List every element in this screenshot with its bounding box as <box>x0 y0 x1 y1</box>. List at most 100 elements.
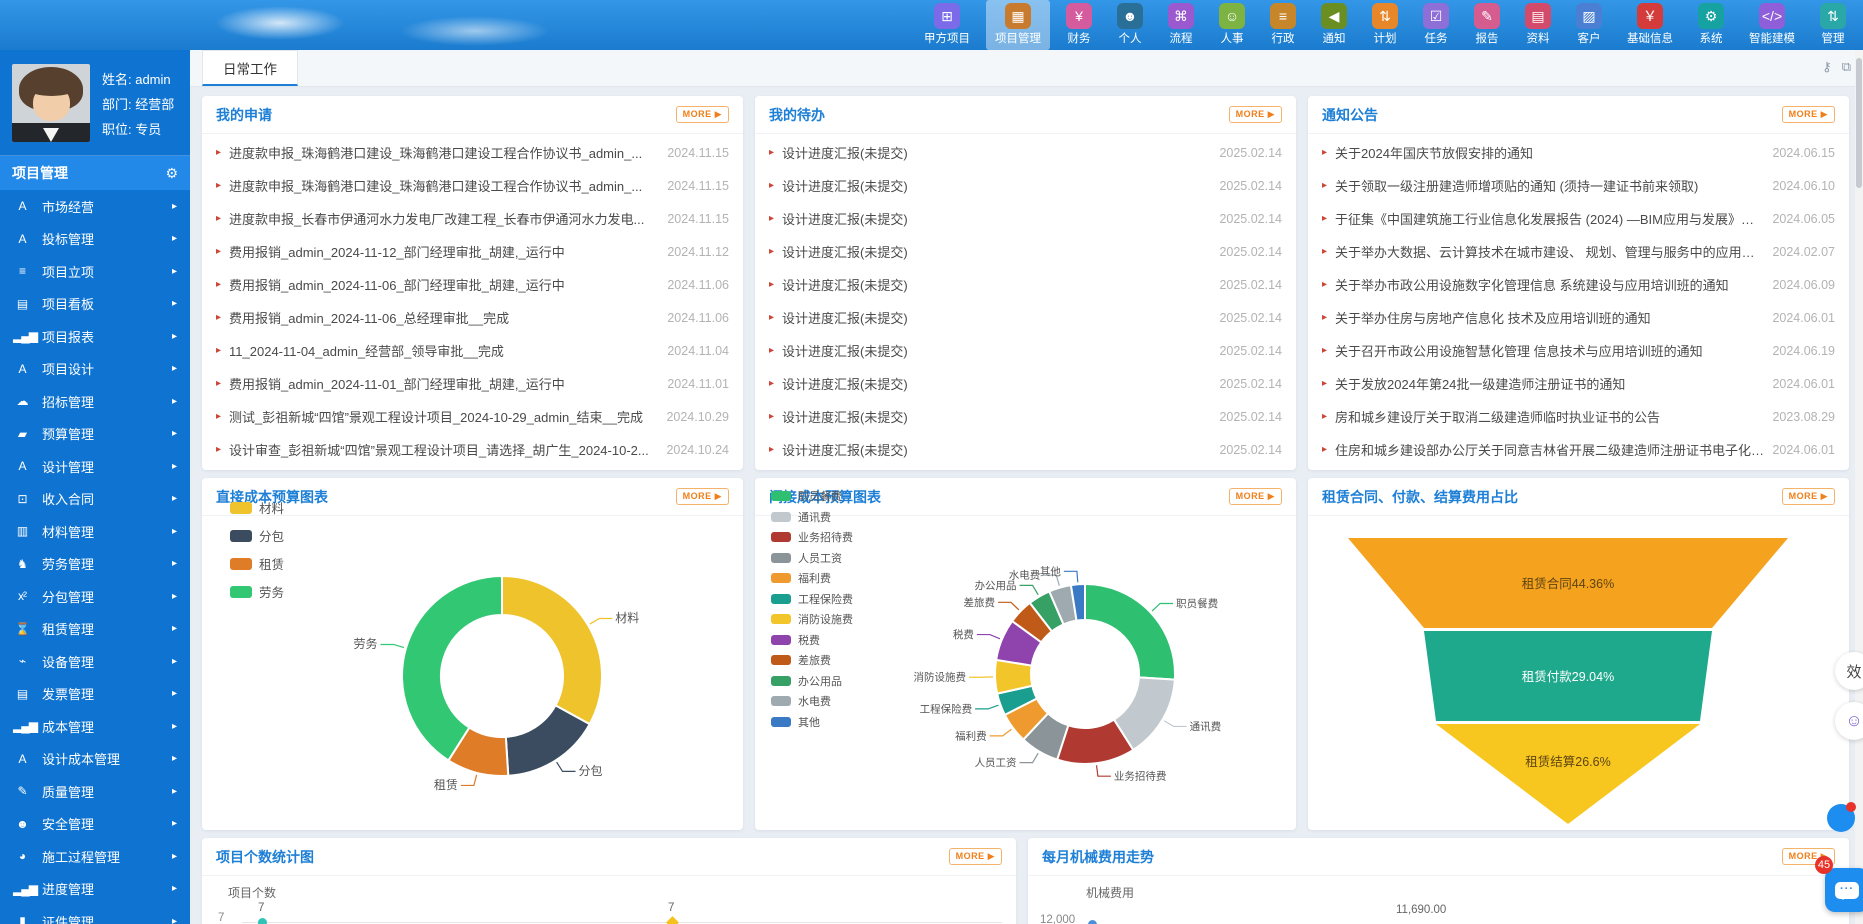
avatar[interactable] <box>12 64 90 142</box>
more-button[interactable]: MORE ▶ <box>949 848 1002 865</box>
sidebar-item[interactable]: ⌛租赁管理▸ <box>0 613 190 646</box>
list-item[interactable]: ▸设计进度汇报(未提交)2025.02.14 <box>769 400 1282 433</box>
top-nav-item[interactable]: ▦项目管理 <box>986 0 1050 50</box>
list-item[interactable]: ▸设计进度汇报(未提交)2025.02.14 <box>769 268 1282 301</box>
list-item[interactable]: ▸关于举办大数据、云计算技术在城市建设、 规划、管理与服务中的应用培训班...2… <box>1322 235 1835 268</box>
sidebar-item[interactable]: ☻安全管理▸ <box>0 808 190 841</box>
list-item[interactable]: ▸设计进度汇报(未提交)2025.02.14 <box>769 136 1282 169</box>
top-nav-item[interactable]: ￥基础信息 <box>1618 0 1682 50</box>
legend-item[interactable]: 差旅费 <box>771 652 853 668</box>
list-item[interactable]: ▸费用报销_admin_2024-11-12_部门经理审批_胡建,_运行中202… <box>216 235 729 268</box>
pie-slice-职员餐费[interactable] <box>1085 584 1175 680</box>
list-item[interactable]: ▸设计审查_彭祖新城“四馆”景观工程设计项目_请选择_胡广生_2024-10-2… <box>216 433 729 466</box>
legend-item[interactable]: 材料 <box>230 498 284 517</box>
scrollbar-thumb[interactable] <box>1856 58 1862 188</box>
legend-item[interactable]: 水电费 <box>771 693 853 709</box>
list-item[interactable]: ▸关于领取一级注册建造师增项贴的通知 (须持一建证书前来领取)2024.06.1… <box>1322 169 1835 202</box>
legend-item[interactable]: 办公用品 <box>771 673 853 689</box>
more-button[interactable]: MORE ▶ <box>676 106 729 123</box>
list-item[interactable]: ▸进度款申报_长春市伊通河水力发电厂改建工程_长春市伊通河水力发电...2024… <box>216 202 729 235</box>
more-button[interactable]: MORE ▶ <box>676 488 729 505</box>
legend-item[interactable]: 劳务 <box>230 582 284 601</box>
scrollbar[interactable] <box>1855 50 1863 924</box>
list-item[interactable]: ▸设计进度汇报(未提交)2025.02.14 <box>769 301 1282 334</box>
list-item[interactable]: ▸费用报销_admin_2024-11-01_部门经理审批_胡建,_运行中202… <box>216 367 729 400</box>
legend-item[interactable]: 分包 <box>230 526 284 545</box>
sidebar-item[interactable]: x²分包管理▸ <box>0 580 190 613</box>
more-button[interactable]: MORE ▶ <box>1229 488 1282 505</box>
layout-toggle-icon[interactable]: ⧉ <box>1842 59 1851 75</box>
sidebar-item[interactable]: A设计管理▸ <box>0 450 190 483</box>
list-item[interactable]: ▸于征集《中国建筑施工行业信息化发展报告 (2024) —BIM应用与发展》材料… <box>1322 202 1835 235</box>
top-nav-item[interactable]: ▤资料 <box>1516 0 1560 50</box>
pie-slice-劳务[interactable] <box>402 576 502 760</box>
funnel-stage-租赁结算[interactable] <box>1436 724 1700 824</box>
list-item[interactable]: ▸费用报销_admin_2024-11-06_部门经理审批_胡建,_运行中202… <box>216 268 729 301</box>
top-nav-item[interactable]: ≡行政 <box>1261 0 1305 50</box>
legend-item[interactable]: 通讯费 <box>771 509 853 525</box>
sidebar-item[interactable]: A项目设计▸ <box>0 353 190 386</box>
more-button[interactable]: MORE ▶ <box>1229 106 1282 123</box>
pie-slice-材料[interactable] <box>502 576 602 724</box>
list-item[interactable]: ▸进度款申报_珠海鹤港口建设_珠海鹤港口建设工程合作协议书_admin_...2… <box>216 169 729 202</box>
top-nav-item[interactable]: ▨客户 <box>1567 0 1611 50</box>
top-nav-item[interactable]: ☻个人 <box>1108 0 1152 50</box>
top-nav-item[interactable]: ⊞甲方项目 <box>915 0 979 50</box>
sidebar-item[interactable]: ▂▄▆项目报表▸ <box>0 320 190 353</box>
data-point-circle[interactable] <box>1088 920 1097 924</box>
legend-item[interactable]: 职员餐费 <box>771 488 853 504</box>
list-item[interactable]: ▸费用报销_admin_2024-11-06_总经理审批__完成2024.11.… <box>216 301 729 334</box>
gear-icon[interactable]: ⚙ <box>165 165 178 182</box>
list-item[interactable]: ▸关于2024年国庆节放假安排的通知2024.06.15 <box>1322 136 1835 169</box>
more-button[interactable]: MORE ▶ <box>1782 488 1835 505</box>
list-item[interactable]: ▸住房和城乡建设部办公厅关于同意吉林省开展二级建造师注册证书电子化试点...20… <box>1322 433 1835 466</box>
sidebar-item[interactable]: ☁招标管理▸ <box>0 385 190 418</box>
sidebar-item[interactable]: ≡项目立项▸ <box>0 255 190 288</box>
sidebar-item[interactable]: ◕施工过程管理▸ <box>0 840 190 873</box>
list-item[interactable]: ▸设计进度汇报(未提交)2025.02.14 <box>769 169 1282 202</box>
sidebar-section-header[interactable]: 项目管理 ⚙ <box>0 156 190 190</box>
sidebar-item[interactable]: ▤项目看板▸ <box>0 288 190 321</box>
list-item[interactable]: ▸设计进度汇报(未提交)2025.02.14 <box>769 367 1282 400</box>
top-nav-item[interactable]: ⚙系统 <box>1689 0 1733 50</box>
sidebar-item[interactable]: ♞劳务管理▸ <box>0 548 190 581</box>
list-item[interactable]: ▸设计进度汇报(未提交)2025.02.14 <box>769 235 1282 268</box>
top-nav-item[interactable]: </>智能建模 <box>1740 0 1804 50</box>
sidebar-item[interactable]: ▂▄▆成本管理▸ <box>0 710 190 743</box>
list-item[interactable]: ▸关于举办市政公用设施数字化管理信息 系统建设与应用培训班的通知2024.06.… <box>1322 268 1835 301</box>
list-item[interactable]: ▸关于召开市政公用设施智慧化管理 信息技术与应用培训班的通知2024.06.19 <box>1322 334 1835 367</box>
top-nav-item[interactable]: ⌘流程 <box>1159 0 1203 50</box>
data-point-diamond[interactable] <box>666 916 679 924</box>
list-item[interactable]: ▸关于发放2024年第24批一级建造师注册证书的通知2024.06.01 <box>1322 367 1835 400</box>
legend-item[interactable]: 税费 <box>771 632 853 648</box>
list-item[interactable]: ▸关于举办住房与房地产信息化 技术及应用培训班的通知2024.06.01 <box>1322 301 1835 334</box>
legend-item[interactable]: 福利费 <box>771 570 853 586</box>
sidebar-item[interactable]: ▮证件管理▸ <box>0 905 190 924</box>
list-item[interactable]: ▸测试_彭祖新城“四馆”景观工程设计项目_2024-10-29_admin_结束… <box>216 400 729 433</box>
top-nav-item[interactable]: ⇅管理 <box>1811 0 1855 50</box>
legend-item[interactable]: 租赁 <box>230 554 284 573</box>
tab-daily-work[interactable]: 日常工作 <box>202 50 298 86</box>
legend-item[interactable]: 业务招待费 <box>771 529 853 545</box>
chat-float-button[interactable]: ··· <box>1825 868 1863 912</box>
sidebar-item[interactable]: A市场经营▸ <box>0 190 190 223</box>
notification-float-button[interactable] <box>1827 804 1855 832</box>
sidebar-item[interactable]: A设计成本管理▸ <box>0 743 190 776</box>
legend-item[interactable]: 人员工资 <box>771 550 853 566</box>
legend-item[interactable]: 工程保险费 <box>771 591 853 607</box>
list-item[interactable]: ▸设计进度汇报(未提交)2025.02.14 <box>769 334 1282 367</box>
sidebar-item[interactable]: ▥材料管理▸ <box>0 515 190 548</box>
list-item[interactable]: ▸进度款申报_珠海鹤港口建设_珠海鹤港口建设工程合作协议书_admin_...2… <box>216 136 729 169</box>
top-nav-item[interactable]: ¥财务 <box>1057 0 1101 50</box>
more-button[interactable]: MORE ▶ <box>1782 106 1835 123</box>
key-icon[interactable]: ⚷ <box>1822 59 1832 75</box>
list-item[interactable]: ▸设计进度汇报(未提交)2025.02.14 <box>769 433 1282 466</box>
list-item[interactable]: ▸11_2024-11-04_admin_经营部_领导审批__完成2024.11… <box>216 334 729 367</box>
sidebar-item[interactable]: ✎质量管理▸ <box>0 775 190 808</box>
sidebar-item[interactable]: A投标管理▸ <box>0 223 190 256</box>
list-item[interactable]: ▸设计进度汇报(未提交)2025.02.14 <box>769 202 1282 235</box>
top-nav-item[interactable]: ⇅计划 <box>1363 0 1407 50</box>
legend-item[interactable]: 消防设施费 <box>771 611 853 627</box>
sidebar-item[interactable]: ▰预算管理▸ <box>0 418 190 451</box>
top-nav-item[interactable]: ◀通知 <box>1312 0 1356 50</box>
